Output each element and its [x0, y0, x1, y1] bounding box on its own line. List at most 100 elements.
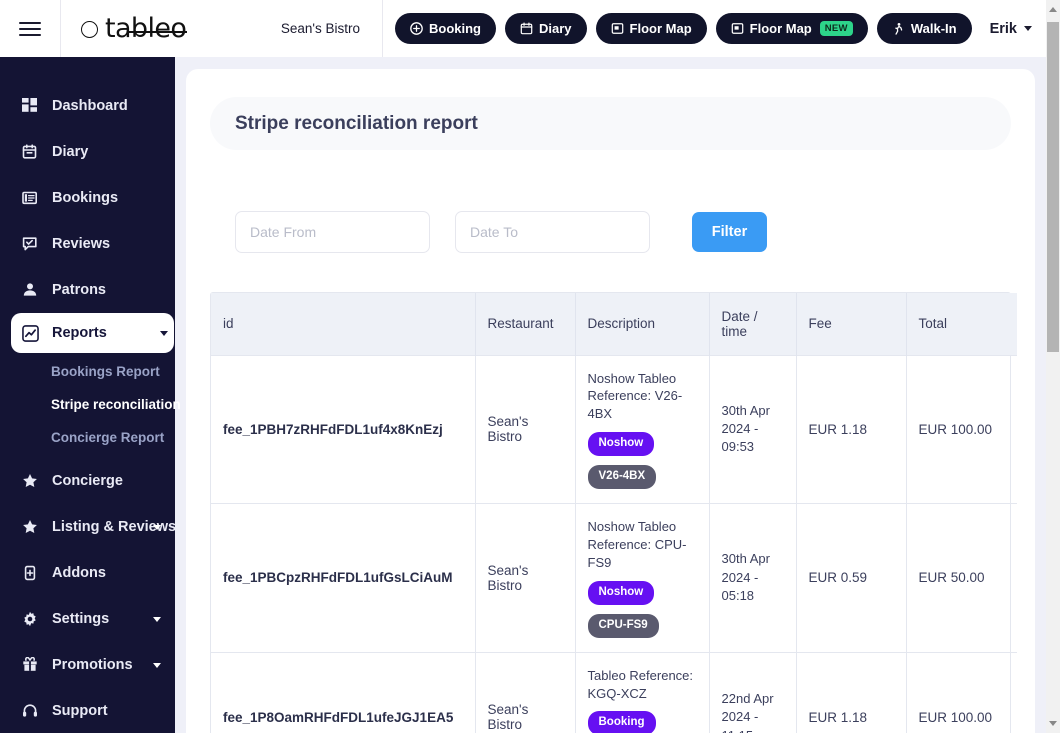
logo-circle-icon — [81, 21, 98, 38]
date-from-input[interactable] — [235, 211, 430, 253]
hamburger-menu-icon[interactable] — [0, 0, 60, 57]
sidebar-item-settings[interactable]: Settings — [0, 596, 175, 642]
top-bar: tableo Sean's Bistro Booking Diary Floor… — [0, 0, 1046, 57]
kind-badge: Noshow — [587, 432, 655, 457]
cell-datetime: 30th Apr 2024 - 09:53 — [709, 354, 797, 504]
chevron-down-icon — [153, 616, 161, 622]
walking-person-icon — [895, 22, 903, 35]
sidebar-item-label: Bookings — [52, 190, 119, 206]
sidebar-subitem-bookings-report[interactable]: Bookings Report — [0, 355, 175, 388]
booking-button[interactable]: Booking — [395, 13, 496, 44]
cell-total: EUR 100.00 — [906, 354, 1017, 504]
sidebar-item-label: Patrons — [52, 282, 106, 298]
column-header-datetime[interactable]: Date / time — [709, 293, 797, 355]
description-text: Noshow Tableo Reference: CPU-FS9 — [587, 519, 687, 570]
sidebar-item-bookings[interactable]: Bookings — [0, 175, 175, 221]
cell-id: fee_1P8OamRHFdFDL1ufeJGJ1EA5 — [211, 651, 476, 733]
scrollbar-thumb[interactable] — [1047, 22, 1059, 352]
sidebar-item-label: Concierge — [52, 473, 123, 489]
hamburger-bars — [19, 18, 41, 40]
table-body: fee_1PBH7zRHFdFDL1uf4x8KnEzj Sean's Bist… — [211, 354, 1017, 733]
sidebar-item-label: Dashboard — [52, 98, 128, 114]
sidebar-item-reports[interactable]: Reports — [11, 313, 174, 353]
sidebar: Dashboard Diary Bookings Reviews Patrons… — [0, 57, 181, 733]
sidebar-item-label: Addons — [52, 565, 106, 581]
person-icon — [22, 282, 44, 298]
table-row[interactable]: fee_1P8OamRHFdFDL1ufeJGJ1EA5 Sean's Bist… — [211, 651, 1017, 733]
restaurant-name: Sean's Bistro — [280, 21, 360, 36]
cell-description: Noshow Tableo Reference: CPU-FS9 Noshow … — [575, 503, 710, 653]
cell-fee: EUR 1.18 — [796, 651, 907, 733]
cell-total: EUR 50.00 — [906, 503, 1017, 653]
chart-line-icon — [22, 324, 44, 342]
sidebar-item-label: Reports — [52, 325, 107, 341]
report-table: id Restaurant Description Date / time Fe… — [210, 292, 1017, 733]
sidebar-item-promotions[interactable]: Promotions — [0, 642, 175, 688]
table-row[interactable]: fee_1PBH7zRHFdFDL1uf4x8KnEzj Sean's Bist… — [211, 354, 1017, 504]
description-text: Tableo Reference: KGQ-XCZ — [587, 667, 694, 701]
addon-plus-icon — [22, 565, 44, 581]
walk-in-button[interactable]: Walk-In — [876, 13, 972, 44]
booking-label: Booking — [429, 21, 481, 36]
column-header-total[interactable]: Total — [906, 293, 1017, 355]
sidebar-subitem-stripe-reconciliation[interactable]: Stripe reconciliation — [0, 388, 181, 421]
user-menu[interactable]: Erik — [990, 21, 1032, 37]
column-header-fee[interactable]: Fee — [796, 293, 907, 355]
cell-restaurant: Sean's Bistro — [475, 651, 576, 733]
dashboard-grid-icon — [22, 98, 44, 114]
page-scrollbar[interactable] — [1046, 0, 1060, 733]
gift-icon — [22, 657, 44, 673]
cell-total: EUR 100.00 — [906, 651, 1017, 733]
top-nav-buttons: Booking Diary Floor Map Floor Map NEW Wa… — [383, 13, 972, 44]
sidebar-item-label: Reviews — [52, 236, 111, 252]
sidebar-subitem-concierge-report[interactable]: Concierge Report — [0, 421, 175, 454]
sidebar-item-diary[interactable]: Diary — [0, 129, 175, 175]
logo-wordmark: tableo — [105, 13, 188, 44]
kind-badge: Noshow — [587, 580, 655, 605]
book-list-icon — [22, 190, 44, 206]
scroll-up-arrow-icon[interactable] — [1049, 7, 1057, 12]
page-title: Stripe reconciliation report — [235, 112, 478, 134]
column-header-id[interactable]: id — [211, 293, 476, 355]
headset-icon — [22, 703, 44, 719]
cell-fee: EUR 0.59 — [796, 503, 907, 653]
page-title-bar: Stripe reconciliation report — [210, 97, 1011, 150]
column-header-description[interactable]: Description — [575, 293, 710, 355]
stripe-reconciliation-table: id Restaurant Description Date / time Fe… — [211, 293, 1017, 733]
new-badge: NEW — [819, 21, 853, 36]
chevron-down-icon — [1024, 26, 1032, 31]
kind-badge: Booking — [587, 711, 656, 733]
cell-restaurant: Sean's Bistro — [475, 503, 576, 653]
sidebar-item-support[interactable]: Support — [0, 688, 175, 733]
sidebar-item-reviews[interactable]: Reviews — [0, 221, 175, 267]
floor-map-new-button[interactable]: Floor Map NEW — [715, 13, 868, 44]
sidebar-item-dashboard[interactable]: Dashboard — [0, 83, 175, 129]
date-to-input[interactable] — [455, 211, 650, 253]
sidebar-item-listing-reviews[interactable]: Listing & Reviews — [0, 504, 176, 550]
tableo-logo[interactable]: tableo — [61, 13, 188, 44]
review-check-icon — [22, 236, 44, 252]
cell-fee: EUR 1.18 — [796, 354, 907, 504]
diary-button[interactable]: Diary — [505, 13, 587, 44]
cell-restaurant: Sean's Bistro — [475, 354, 576, 504]
plus-circle-icon — [410, 22, 423, 35]
filter-controls: Filter — [235, 211, 1035, 253]
gear-icon — [22, 611, 44, 627]
floor-map-button[interactable]: Floor Map — [595, 13, 707, 44]
column-header-restaurant[interactable]: Restaurant — [475, 293, 576, 355]
floor-map-label: Floor Map — [629, 21, 692, 36]
app-root: tableo Sean's Bistro Booking Diary Floor… — [0, 0, 1060, 733]
sidebar-item-label: Promotions — [52, 657, 133, 673]
diary-label: Diary — [539, 21, 572, 36]
sidebar-item-addons[interactable]: Addons — [0, 550, 175, 596]
sidebar-item-label: Settings — [52, 611, 110, 627]
sidebar-item-patrons[interactable]: Patrons — [0, 267, 175, 313]
scroll-down-arrow-icon[interactable] — [1049, 721, 1057, 726]
sidebar-item-label: Support — [52, 703, 108, 719]
table-head: id Restaurant Description Date / time Fe… — [211, 293, 1017, 355]
filter-button[interactable]: Filter — [692, 212, 767, 252]
description-text: Noshow Tableo Reference: V26-4BX — [587, 370, 683, 422]
sidebar-item-concierge[interactable]: Concierge — [0, 458, 175, 504]
cell-id: fee_1PBCpzRHFdFDL1ufGsLCiAuM — [211, 503, 476, 653]
table-row[interactable]: fee_1PBCpzRHFdFDL1ufGsLCiAuM Sean's Bist… — [211, 503, 1017, 653]
